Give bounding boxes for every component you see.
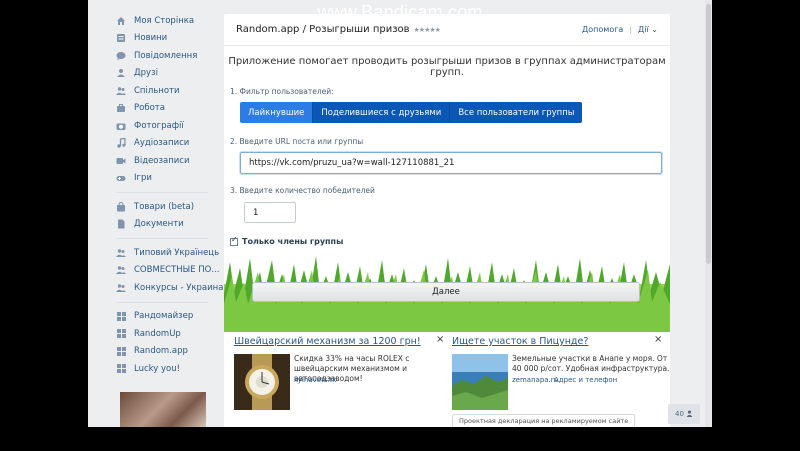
sidebar-item-label: Робота (134, 103, 165, 114)
gamepad-icon (116, 173, 126, 183)
ad-contacts-link[interactable]: Адрес и телефон (554, 376, 617, 384)
ad-domain-link[interactable]: kylhavets.tk (294, 376, 336, 384)
news-icon (116, 33, 126, 43)
header-divider: | (629, 25, 633, 34)
ad-coast-image (452, 354, 508, 410)
ad-title[interactable]: Ищете участок в Пицунде? (452, 336, 588, 347)
sidebar-item-label: Фотографії (134, 120, 184, 131)
only-members-option[interactable]: Только члены группы (230, 235, 344, 246)
ad-land-plots[interactable]: Ищете участок в Пицунде? × Земельные уча… (452, 334, 669, 427)
recording-watermark: www.Bandicam.com (317, 2, 483, 22)
ad-watch-image (234, 354, 290, 410)
counter-value: 40 (675, 410, 684, 418)
filter-shared-button[interactable]: Поделившиеся с друзьями (313, 102, 451, 123)
friends-icon (116, 68, 126, 78)
sidebar-item-label: Спільноти (134, 85, 180, 96)
apps-icon (116, 311, 126, 321)
communities-icon (116, 265, 126, 275)
ad-title[interactable]: Швейцарский механизм за 1200 грн! (234, 336, 421, 347)
header-links: Допомога | Дії ⌄ (582, 25, 658, 34)
sidebar-divider (116, 238, 208, 239)
next-button[interactable]: Далее (252, 282, 640, 302)
sidebar-divider (116, 192, 208, 193)
camera-icon (116, 121, 126, 131)
sidebar-ad-photo[interactable] (120, 392, 206, 427)
sidebar-item-label: Lucky you! (134, 363, 181, 374)
winners-label: 3. Введите количество победителей (230, 186, 375, 195)
communities-icon (116, 283, 126, 293)
apps-icon (116, 364, 126, 374)
sidebar-item-label: Відеозаписи (134, 155, 190, 166)
filter-liked-button[interactable]: Лайкнувшие (240, 102, 314, 123)
sidebar-item-label: Random.app (134, 346, 188, 357)
apps-icon (116, 329, 126, 339)
intro-text: Приложение помогает проводить розыгрыши … (228, 56, 666, 78)
filter-button-group: Лайкнувшие Поделившиеся с друзьями Все п… (240, 102, 583, 123)
communities-icon (116, 248, 126, 258)
shopping-bag-icon (116, 201, 126, 212)
online-counter[interactable]: 40 (668, 404, 700, 424)
video-icon (116, 156, 126, 166)
scrollbar-thumb[interactable] (706, 4, 711, 264)
document-icon (116, 219, 126, 229)
apps-icon (116, 346, 126, 356)
actions-label: Дії (638, 25, 649, 34)
sidebar-item-label: Повідомлення (134, 50, 198, 61)
sidebar-item-label: Типовий Українець (134, 247, 220, 258)
post-url-input[interactable]: https://vk.com/pruzu_ua?w=wall-127110881… (240, 152, 662, 174)
communities-icon (116, 86, 126, 96)
music-icon (116, 138, 126, 148)
sidebar-item-label: Ігри (134, 173, 152, 184)
rating-stars: ★★★★★ (413, 25, 441, 34)
sidebar-item-label: СОВМЕСТНЫЕ ПО... (134, 265, 220, 276)
url-label: 2. Введите URL поста или группы (230, 137, 364, 146)
sidebar-item-label: Новини (134, 33, 168, 44)
sidebar-item-label: Конкурсы - Украина (134, 282, 224, 293)
sidebar-item-label: Друзі (134, 68, 158, 79)
help-link[interactable]: Допомога (582, 25, 623, 34)
ad-description: Земельные участки в Анапе у моря. От 40 … (512, 354, 670, 373)
app-title: Random.app / Розыгрыши призов (236, 24, 410, 35)
work-icon (116, 103, 126, 113)
filter-label: 1. Фильтр пользователей: (230, 87, 334, 96)
user-icon (686, 410, 693, 419)
app-card: Random.app / Розыгрыши призов ★★★★★ Допо… (224, 14, 670, 427)
sidebar-item-label: RandomUp (134, 328, 181, 339)
sidebar-item-label: Документи (134, 219, 184, 230)
sidebar-item-label: Рандомайзер (134, 311, 194, 322)
browser-viewport: Моя Сторінка Новини Повідомлення 1 Друзі (88, 0, 712, 427)
ad-disclaimer: Проектная декларация на рекламируемом са… (452, 414, 636, 427)
close-icon[interactable]: × (654, 334, 662, 345)
sidebar-item-label: Товари (beta) (134, 201, 195, 212)
winners-count-input[interactable]: 1 (244, 202, 296, 223)
only-members-checkbox[interactable] (230, 235, 238, 246)
filter-all-members-button[interactable]: Все пользователи группы (450, 102, 583, 123)
sidebar-item-label: Аудіозаписи (134, 138, 190, 149)
chevron-down-icon: ⌄ (651, 25, 658, 34)
page-scrollbar[interactable] (705, 0, 712, 427)
ad-domain-link[interactable]: zemanapa.ru (512, 376, 558, 384)
ad-watches[interactable]: Швейцарский механизм за 1200 грн! × Скид… (234, 334, 444, 427)
only-members-label: Только члены группы (242, 237, 344, 246)
actions-menu[interactable]: Дії ⌄ (638, 25, 658, 34)
close-icon[interactable]: × (436, 334, 444, 345)
sidebar-divider (116, 301, 208, 303)
messages-icon (116, 51, 126, 61)
